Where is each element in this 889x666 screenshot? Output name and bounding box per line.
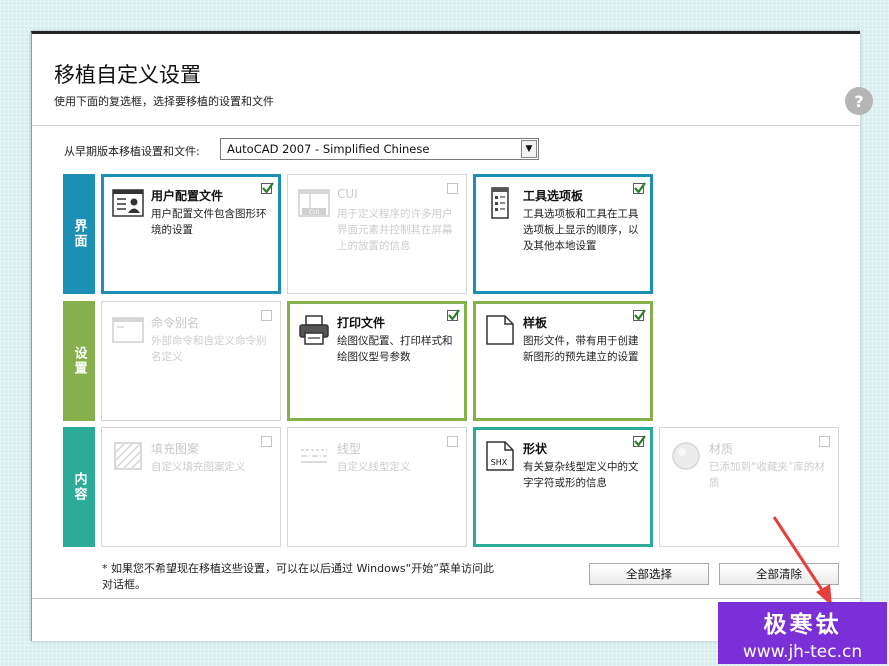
category-settings: 设置 bbox=[63, 301, 95, 421]
checkbox-materials[interactable] bbox=[819, 436, 830, 447]
printer-icon bbox=[299, 315, 329, 345]
checkbox-templates[interactable] bbox=[633, 309, 646, 321]
card-cui[interactable]: CUI CUI 用于定义程序的许多用户界面元素并控制其在屏幕上的放置的信息 bbox=[287, 174, 467, 294]
red-arrow-icon bbox=[772, 516, 832, 606]
footer-divider bbox=[32, 598, 861, 599]
user-profile-icon bbox=[112, 189, 144, 217]
material-sphere-icon bbox=[672, 442, 700, 470]
version-select-value: AutoCAD 2007 - Simplified Chinese bbox=[227, 142, 430, 156]
checkbox-shapes[interactable] bbox=[633, 435, 646, 447]
dialog-title: 移植自定义设置 bbox=[54, 63, 201, 87]
card-hatch-pattern-title: 填充图案 bbox=[151, 442, 200, 456]
card-templates-desc: 图形文件，带有用于创建新图形的预先建立的设置 bbox=[523, 335, 639, 363]
checkbox-hatch-pattern[interactable] bbox=[261, 436, 272, 447]
watermark-name: 极寒钛 bbox=[763, 611, 842, 638]
checkbox-plot-files[interactable] bbox=[447, 309, 460, 321]
card-linetype-title: 线型 bbox=[337, 442, 362, 456]
chevron-down-icon[interactable]: ▼ bbox=[521, 140, 537, 158]
linetype-icon bbox=[301, 449, 327, 463]
card-user-profile-desc: 用户配置文件包含图形环境的设置 bbox=[151, 208, 267, 236]
card-linetype-desc: 自定义线型定义 bbox=[337, 461, 411, 473]
card-linetype[interactable]: 线型 自定义线型定义 bbox=[287, 427, 467, 547]
checkmark-icon bbox=[448, 309, 460, 321]
checkbox-linetype[interactable] bbox=[447, 436, 458, 447]
command-alias-icon bbox=[112, 317, 144, 343]
template-document-icon bbox=[486, 315, 514, 345]
card-hatch-pattern[interactable]: 填充图案 自定义填充图案定义 bbox=[101, 427, 281, 547]
watermark-logo: 极寒钛 www.jh-tec.cn bbox=[718, 602, 887, 664]
card-shapes[interactable]: SHX 形状 有关复杂线型定义中的文字字符或形的信息 bbox=[473, 427, 653, 547]
card-plot-files[interactable]: 打印文件 绘图仪配置、打印样式和绘图仪型号参数 bbox=[287, 301, 467, 421]
category-interface: 界面 bbox=[63, 174, 95, 294]
card-materials-title: 材质 bbox=[709, 442, 734, 456]
card-command-alias[interactable]: 命令别名 外部命令和自定义命令别名定义 bbox=[101, 301, 281, 421]
checkmark-icon bbox=[634, 435, 646, 447]
title-divider bbox=[32, 125, 861, 126]
tool-palette-icon bbox=[491, 187, 509, 219]
card-shapes-desc: 有关复杂线型定义中的文字字符或形的信息 bbox=[523, 461, 639, 489]
cui-icon-text: CUI bbox=[309, 209, 320, 216]
card-materials-desc: 已添加到“收藏夹”库的材质 bbox=[709, 461, 825, 489]
card-tool-palettes-title: 工具选项板 bbox=[523, 189, 584, 203]
card-plot-files-desc: 绘图仪配置、打印样式和绘图仪型号参数 bbox=[337, 335, 453, 363]
shx-file-icon: SHX bbox=[486, 441, 514, 471]
version-select[interactable]: AutoCAD 2007 - Simplified Chinese ▼ bbox=[220, 138, 539, 160]
card-command-alias-desc: 外部命令和自定义命令别名定义 bbox=[151, 335, 267, 363]
footnote: * 如果您不希望现在移植这些设置，可以在以后通过 Windows“开始”菜单访问… bbox=[102, 562, 494, 591]
card-cui-title: CUI bbox=[337, 187, 358, 201]
checkbox-tool-palettes[interactable] bbox=[633, 182, 646, 194]
checkbox-command-alias[interactable] bbox=[261, 310, 272, 321]
card-command-alias-title: 命令别名 bbox=[151, 316, 200, 330]
card-user-profile[interactable]: 用户配置文件 用户配置文件包含图形环境的设置 bbox=[101, 174, 281, 294]
checkmark-icon bbox=[634, 309, 646, 321]
select-all-button[interactable]: 全部选择 bbox=[589, 563, 709, 585]
checkmark-icon bbox=[634, 182, 646, 194]
help-icon[interactable]: ? bbox=[845, 87, 873, 115]
watermark-url: www.jh-tec.cn bbox=[742, 641, 863, 662]
category-content: 内容 bbox=[63, 427, 95, 547]
card-user-profile-title: 用户配置文件 bbox=[151, 189, 224, 203]
migrate-from-label: 从早期版本移植设置和文件: bbox=[64, 145, 200, 158]
shx-icon-text: SHX bbox=[491, 458, 508, 467]
card-plot-files-title: 打印文件 bbox=[337, 316, 386, 330]
checkmark-icon bbox=[262, 182, 274, 194]
migrate-custom-settings-dialog: 移植自定义设置 使用下面的复选框，选择要移植的设置和文件 ? 从早期版本移植设置… bbox=[31, 31, 873, 641]
checkbox-user-profile[interactable] bbox=[261, 182, 274, 194]
cui-icon: CUI bbox=[298, 189, 330, 217]
card-hatch-pattern-desc: 自定义填充图案定义 bbox=[151, 461, 246, 473]
checkbox-cui[interactable] bbox=[447, 183, 458, 194]
card-cui-desc: 用于定义程序的许多用户界面元素并控制其在屏幕上的放置的信息 bbox=[337, 208, 453, 252]
hatch-pattern-icon bbox=[114, 442, 142, 470]
card-tool-palettes-desc: 工具选项板和工具在工具选项板上显示的顺序，以及其他本地设置 bbox=[523, 208, 639, 252]
card-templates-title: 样板 bbox=[523, 316, 548, 330]
card-shapes-title: 形状 bbox=[523, 442, 548, 456]
dialog-subtitle: 使用下面的复选框，选择要移植的设置和文件 bbox=[54, 95, 274, 108]
card-tool-palettes[interactable]: 工具选项板 工具选项板和工具在工具选项板上显示的顺序，以及其他本地设置 bbox=[473, 174, 653, 294]
card-templates[interactable]: 样板 图形文件，带有用于创建新图形的预先建立的设置 bbox=[473, 301, 653, 421]
